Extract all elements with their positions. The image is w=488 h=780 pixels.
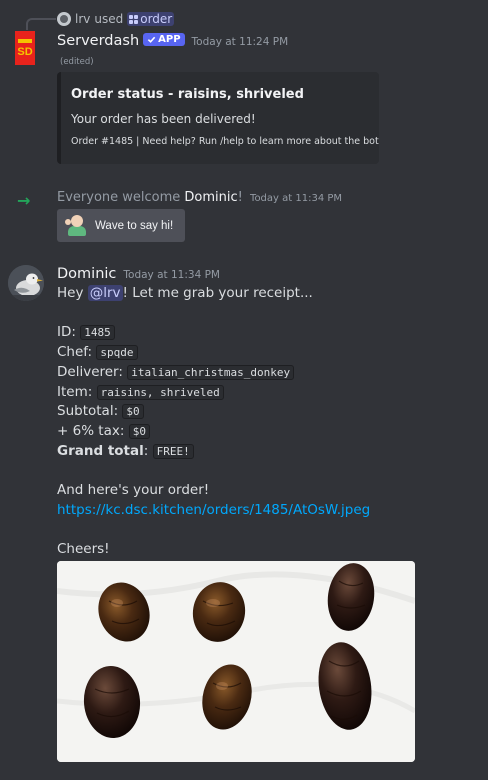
dominic-message-body: Hey @lrv! Let me grab your receipt... ID… — [57, 284, 477, 560]
command-name: order — [140, 12, 173, 26]
bot-timestamp[interactable]: Today at 11:24 PM — [192, 36, 289, 48]
receipt-label: + 6% tax: — [57, 422, 125, 439]
order-status-embed: Order status - raisins, shriveled Your o… — [57, 72, 379, 164]
receipt-label: Subtotal: — [57, 403, 119, 420]
greeting-prefix: Hey — [57, 285, 84, 301]
raisins-photo — [57, 561, 415, 762]
receipt-row: + 6% tax: $0 — [57, 422, 477, 442]
receipt-value: FREE! — [152, 443, 194, 459]
bot-message-header: Serverdash APP Today at 11:24 PM — [57, 33, 288, 49]
receipt-value: spqde — [96, 345, 138, 361]
user-mention[interactable]: @lrv — [87, 285, 123, 301]
welcome-user[interactable]: Dominic — [184, 190, 237, 205]
receipt-row: ID: 1485 — [57, 323, 477, 343]
receipt-value: raisins, shriveled — [96, 384, 224, 400]
seagull-avatar-image — [8, 265, 44, 301]
receipt-row: Item: raisins, shriveled — [57, 383, 477, 403]
verified-check-icon — [147, 36, 156, 43]
receipt-label: Item: — [57, 383, 93, 400]
receipt-label: Deliverer: — [57, 363, 123, 380]
dominic-avatar[interactable] — [8, 265, 44, 301]
wave-button-label: Wave to say hi! — [95, 219, 174, 232]
app-badge: APP — [143, 33, 185, 46]
receipt-value: italian_christmas_donkey — [127, 364, 295, 380]
receipt-value: $0 — [122, 404, 144, 420]
dominic-timestamp[interactable]: Today at 11:34 PM — [123, 269, 220, 281]
order-line: And here's your order! — [57, 482, 210, 498]
command-icon — [129, 14, 139, 24]
welcome-suffix: ! — [237, 190, 243, 205]
receipt-label: ID: — [57, 324, 76, 341]
receipt-row: Chef: spqde — [57, 343, 477, 363]
closing-line: Cheers! — [57, 541, 110, 558]
embed-footer: Order #1485 | Need help? Run /help to le… — [71, 136, 379, 147]
greeting-suffix: ! Let me grab your receipt... — [122, 285, 313, 301]
bot-username[interactable]: Serverdash — [57, 33, 139, 49]
order-photo-attachment[interactable] — [57, 561, 415, 762]
user-avatar-icon[interactable] — [57, 12, 71, 26]
order-image-link[interactable]: https://kc.dsc.kitchen/orders/1485/AtOsW… — [57, 502, 370, 518]
welcome-timestamp[interactable]: Today at 11:34 PM — [250, 193, 342, 204]
greeting-line: Hey @lrv! Let me grab your receipt... — [57, 284, 477, 304]
reply-user[interactable]: lrv — [75, 12, 90, 26]
reply-spine — [26, 18, 56, 30]
join-arrow-icon: → — [17, 191, 31, 210]
receipt-label: Chef: — [57, 344, 93, 361]
command-chip[interactable]: order — [127, 12, 175, 26]
bot-avatar[interactable]: SD — [15, 31, 35, 65]
wave-sticker-icon — [65, 214, 89, 238]
embed-title: Order status - raisins, shriveled — [71, 87, 304, 102]
app-badge-label: APP — [158, 34, 181, 45]
wave-button[interactable]: Wave to say hi! — [57, 209, 185, 242]
reply-used-text: used — [94, 12, 124, 26]
receipt-row: Deliverer: italian_christmas_donkey — [57, 363, 477, 383]
embed-description: Your order has been delivered! — [71, 112, 256, 126]
receipt-label-bold: Grand total — [57, 442, 144, 459]
receipt-row-total: Grand total: FREE! — [57, 442, 477, 462]
receipt-row: Subtotal: $0 — [57, 402, 477, 422]
welcome-message: Everyone welcome Dominic! Today at 11:34… — [57, 190, 342, 205]
dominic-username[interactable]: Dominic — [57, 266, 116, 282]
dominic-message-header: Dominic Today at 11:34 PM — [57, 266, 220, 282]
bot-avatar-text: SD — [17, 45, 33, 58]
command-reply-line[interactable]: lrv used order — [57, 11, 175, 27]
welcome-prefix: Everyone welcome — [57, 190, 181, 205]
edited-label: (edited) — [60, 57, 94, 67]
receipt-value: 1485 — [80, 325, 115, 341]
receipt-value: $0 — [128, 423, 150, 439]
